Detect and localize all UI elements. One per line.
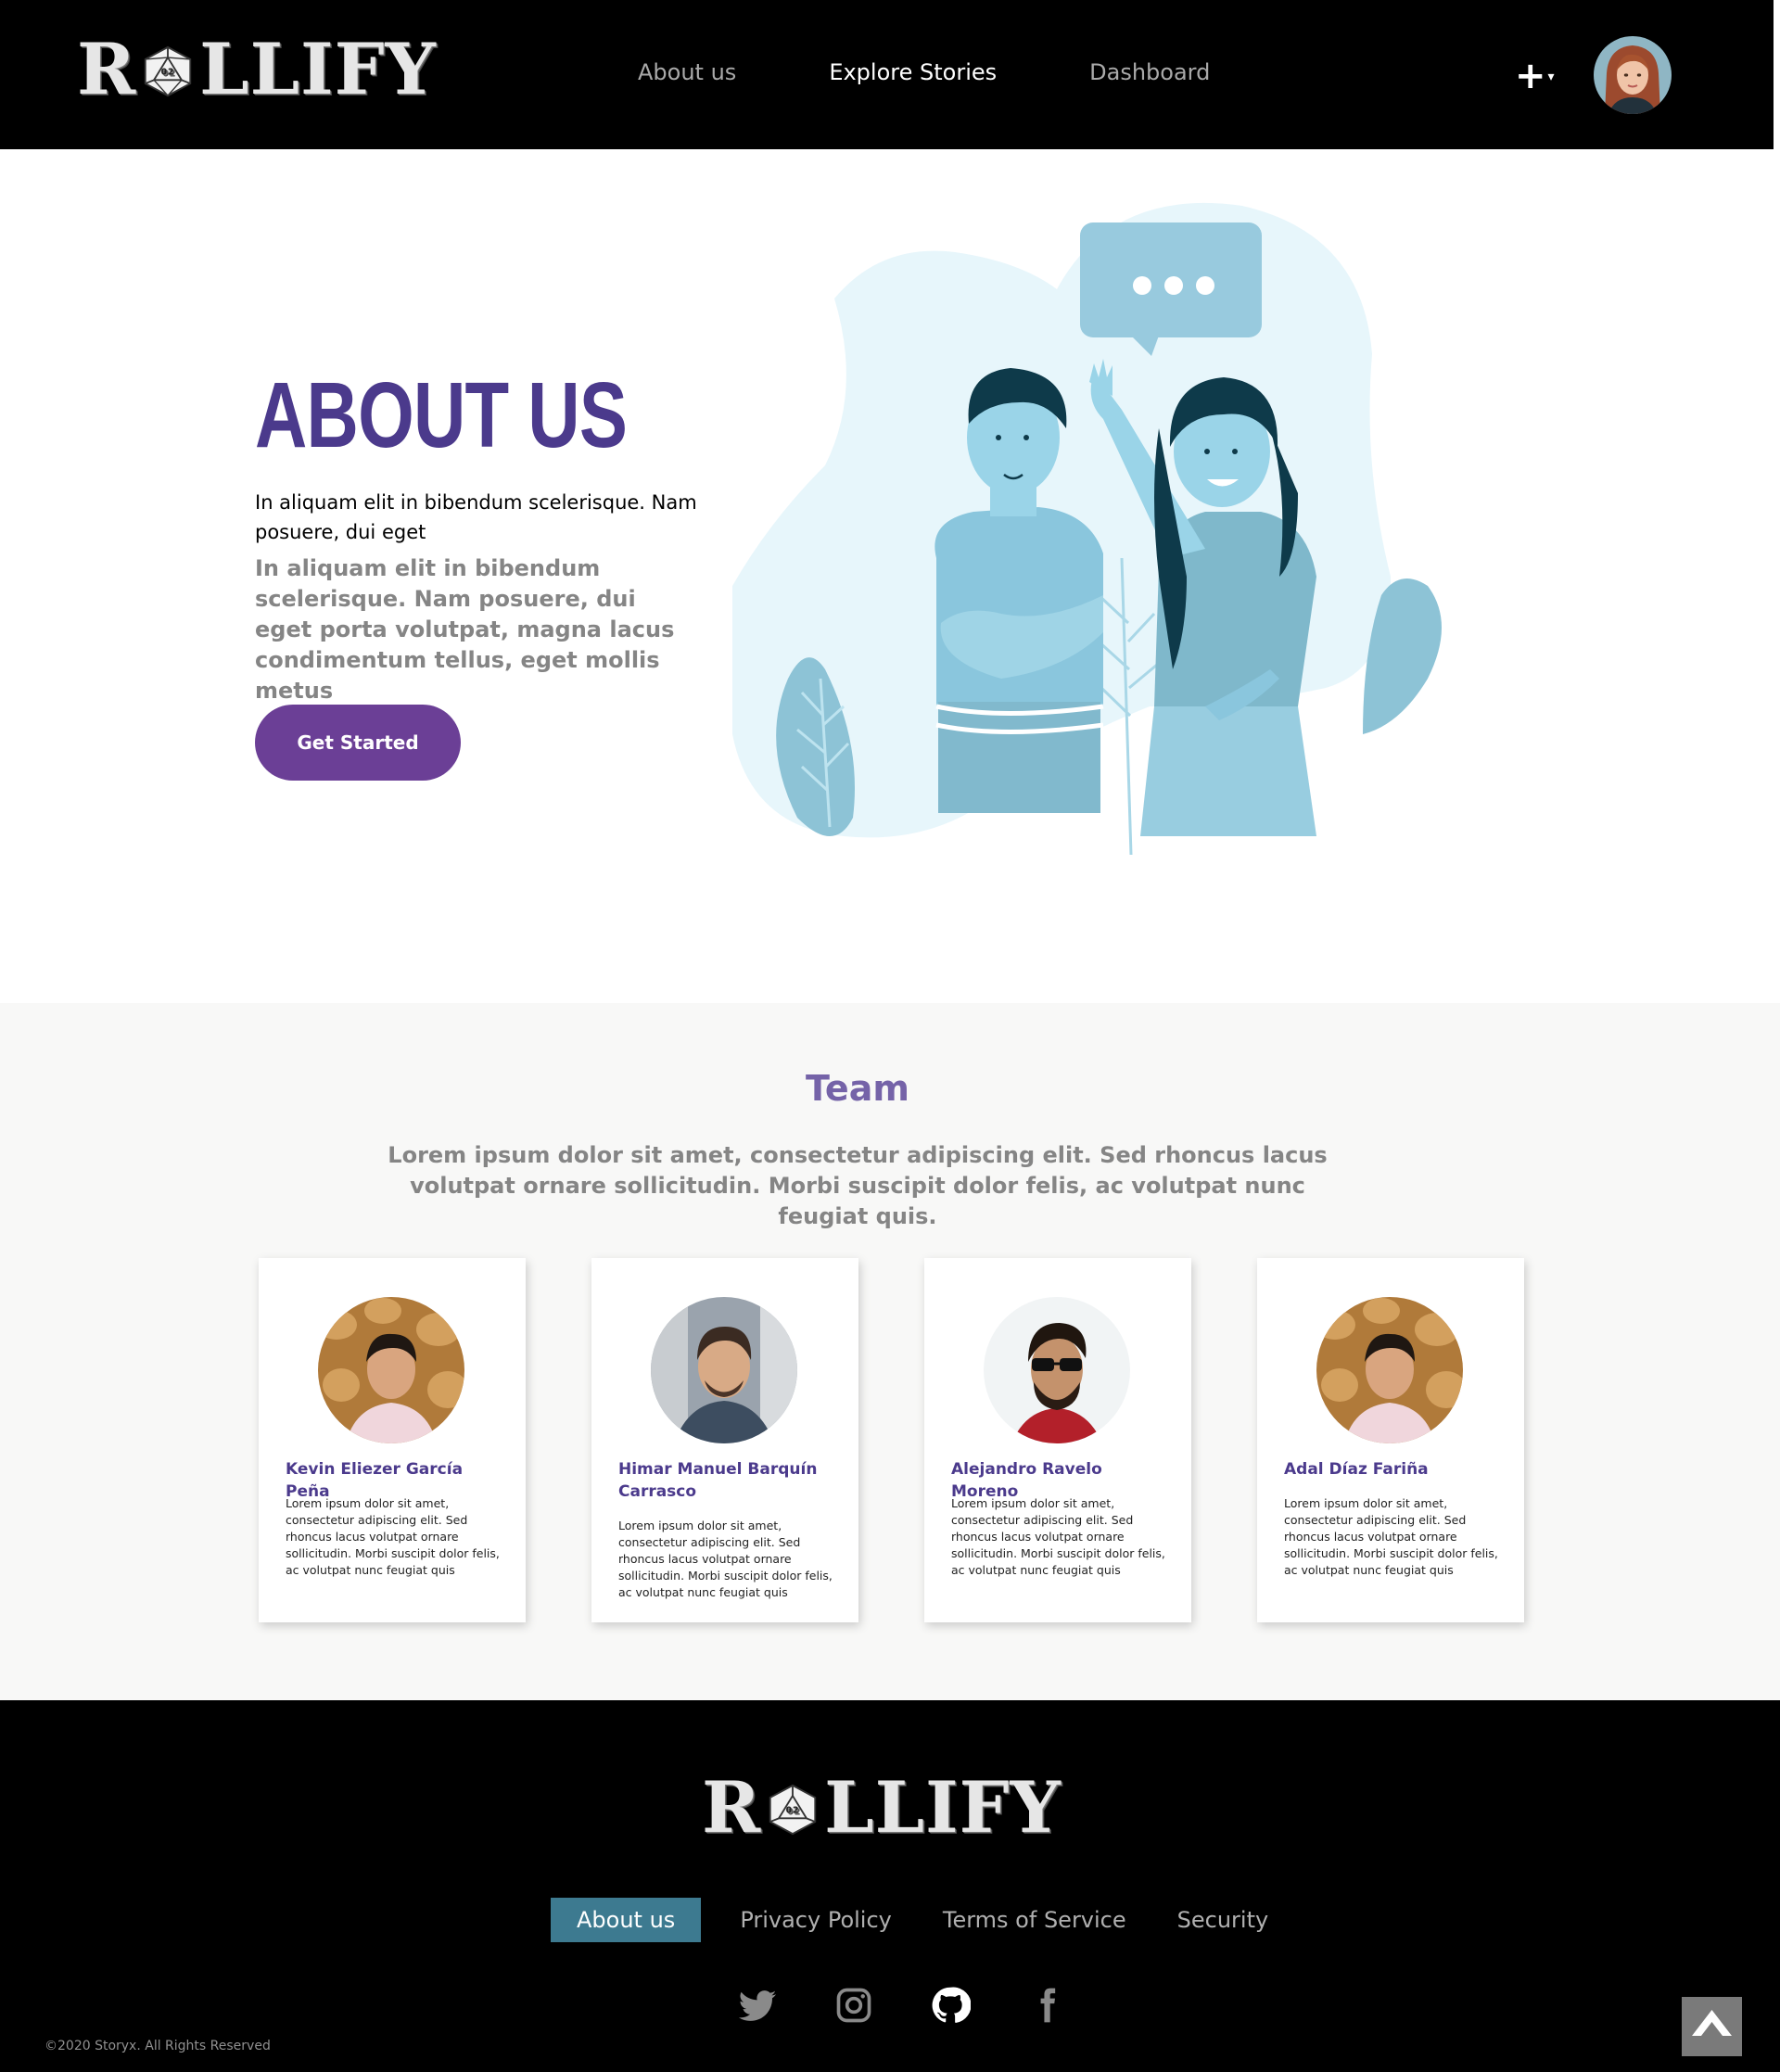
footer-logo-text: R 02 LLIFY — [702, 1766, 1062, 1849]
facebook-icon[interactable] — [1026, 1985, 1067, 2026]
plus-icon: + — [1515, 55, 1546, 97]
main-nav: About us Explore Stories Dashboard — [638, 59, 1303, 85]
member-name: Adal Díaz Fariña — [1284, 1460, 1429, 1479]
svg-text:02: 02 — [161, 68, 175, 78]
twitter-icon[interactable] — [737, 1985, 778, 2026]
arrow-up-icon — [1692, 2010, 1732, 2036]
footer-rollify-logo[interactable]: R 02 LLIFY — [702, 1773, 1062, 1843]
rollify-logo[interactable]: R 02 LLIFY — [77, 28, 437, 110]
get-started-button[interactable]: Get Started — [255, 705, 461, 781]
team-section: Team Lorem ipsum dolor sit amet, consect… — [0, 1003, 1780, 1700]
member-photo — [651, 1297, 797, 1443]
nav-about-us[interactable]: About us — [638, 59, 736, 85]
caret-down-icon: ▾ — [1547, 70, 1555, 84]
create-dropdown-button[interactable]: + ▾ — [1515, 57, 1555, 101]
footer-link-terms-of-service[interactable]: Terms of Service — [943, 1907, 1126, 1933]
team-member-card: Kevin Eliezer García Peña Lorem ipsum do… — [259, 1258, 526, 1622]
logo-text: R 02 LLIFY — [77, 28, 437, 110]
member-bio: Lorem ipsum dolor sit amet, consectetur … — [951, 1496, 1165, 1577]
team-member-card: Alejandro Ravelo Moreno Lorem ipsum dolo… — [924, 1258, 1191, 1622]
d20-die-icon: 02 — [769, 1784, 817, 1836]
team-cards: Kevin Eliezer García Peña Lorem ipsum do… — [259, 1258, 1524, 1622]
team-title: Team — [806, 1068, 909, 1109]
member-bio: Lorem ipsum dolor sit amet, consectetur … — [618, 1519, 833, 1599]
social-links — [737, 1985, 1067, 2026]
two-people-chatting-illustration — [732, 202, 1442, 856]
nav-explore-stories[interactable]: Explore Stories — [829, 59, 997, 85]
nav-dashboard[interactable]: Dashboard — [1089, 59, 1210, 85]
member-name: Himar Manuel Barquín Carrasco — [618, 1460, 818, 1501]
team-subtitle: Lorem ipsum dolor sit amet, consectetur … — [388, 1142, 1328, 1229]
member-photo — [984, 1297, 1130, 1443]
footer: R 02 LLIFY About us Privacy Policy Terms o… — [0, 1700, 1780, 2072]
footer-link-about-us[interactable]: About us — [551, 1898, 702, 1942]
footer-nav: About us Privacy Policy Terms of Service… — [551, 1898, 1319, 1942]
member-photo — [318, 1297, 464, 1443]
team-member-card: Himar Manuel Barquín Carrasco Lorem ipsu… — [591, 1258, 858, 1622]
user-avatar[interactable] — [1594, 36, 1672, 114]
github-icon[interactable] — [930, 1985, 972, 2026]
hero-body-text: In aliquam elit in bibendum scelerisque.… — [255, 555, 675, 704]
instagram-icon[interactable] — [833, 1985, 874, 2026]
copyright-text: ©2020 Storyx. All Rights Reserved — [44, 2039, 271, 2053]
svg-text:02: 02 — [786, 1806, 800, 1816]
member-bio: Lorem ipsum dolor sit amet, consectetur … — [1284, 1496, 1498, 1577]
team-member-card: Adal Díaz Fariña Lorem ipsum dolor sit a… — [1257, 1258, 1524, 1622]
page: R 02 LLIFY About us Explore Stories Dashbo… — [0, 0, 1780, 2072]
footer-link-security[interactable]: Security — [1177, 1907, 1269, 1933]
scroll-to-top-button[interactable] — [1682, 1997, 1742, 2056]
page-title: ABOUT US — [255, 363, 628, 467]
member-bio: Lorem ipsum dolor sit amet, consectetur … — [286, 1496, 500, 1577]
d20-die-icon: 02 — [144, 45, 192, 97]
hero-lead-text: In aliquam elit in bibendum scelerisque.… — [255, 491, 697, 543]
footer-link-privacy-policy[interactable]: Privacy Policy — [740, 1907, 892, 1933]
member-photo — [1316, 1297, 1463, 1443]
top-navbar: R 02 LLIFY About us Explore Stories Dashbo… — [0, 0, 1774, 149]
about-hero: ABOUT US In aliquam elit in bibendum sce… — [0, 149, 1780, 1003]
